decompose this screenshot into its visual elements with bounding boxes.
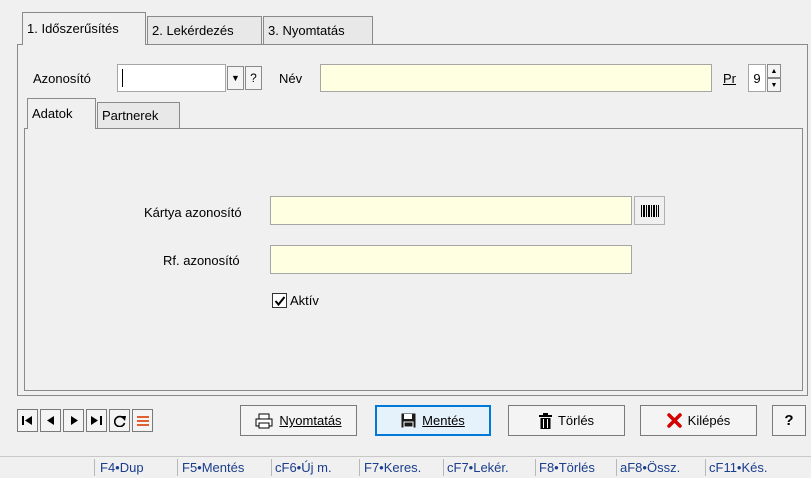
tab-label: 3. Nyomtatás	[268, 23, 345, 38]
separator	[705, 459, 706, 476]
print-button[interactable]: Nyomtatás	[240, 405, 357, 436]
tab-label: 2. Lekérdezés	[152, 23, 234, 38]
next-icon	[70, 416, 78, 425]
help-glyph: ?	[250, 71, 257, 85]
shortcut-f7[interactable]: F7•Keres.	[364, 460, 421, 475]
tab-label: Adatok	[32, 106, 73, 121]
tab-lekerdezes[interactable]: 2. Lekérdezés	[147, 16, 262, 44]
tab-adatok[interactable]: Adatok	[27, 98, 96, 129]
save-button[interactable]: Mentés	[375, 405, 491, 436]
separator	[94, 459, 95, 476]
first-icon	[22, 416, 32, 425]
nev-input[interactable]	[320, 64, 712, 92]
last-icon	[91, 416, 102, 425]
print-label: Nyomtatás	[279, 413, 342, 428]
help-button[interactable]: ?	[772, 405, 806, 436]
x-close-icon	[666, 413, 682, 428]
shortcut-f4[interactable]: F4•Dup	[100, 460, 144, 475]
last-record-button[interactable]	[86, 409, 107, 432]
shortcut-statusbar: F4•Dup F5•Mentés cF6•Új m. F7•Keres. cF7…	[0, 456, 811, 478]
list-button[interactable]	[132, 409, 153, 432]
separator	[535, 459, 536, 476]
refresh-icon	[113, 415, 126, 427]
printer-icon	[255, 413, 273, 428]
barcode-icon	[640, 204, 659, 217]
separator	[359, 459, 360, 476]
checkmark-icon	[274, 295, 285, 306]
pr-label: Pr	[723, 71, 736, 86]
tab-partnerek[interactable]: Partnerek	[97, 102, 180, 128]
separator	[177, 459, 178, 476]
tab-label: 1. Időszerűsítés	[27, 21, 119, 36]
exit-button[interactable]: Kilépés	[640, 405, 757, 436]
shortcut-f8[interactable]: F8•Törlés	[539, 460, 595, 475]
help-label: ?	[784, 412, 794, 429]
pr-input[interactable]: 9	[748, 64, 766, 92]
shortcut-f5[interactable]: F5•Mentés	[182, 460, 244, 475]
dropdown-button[interactable]: ▼	[227, 66, 244, 90]
kartya-label: Kártya azonosító	[144, 205, 242, 220]
first-record-button[interactable]	[17, 409, 38, 432]
pr-stepper-down[interactable]: ▼	[767, 78, 781, 92]
trash-icon	[538, 412, 552, 429]
floppy-disk-icon	[401, 413, 416, 428]
chevron-down-icon: ▼	[770, 81, 778, 89]
barcode-button[interactable]	[634, 196, 665, 225]
tab-idoszerusites[interactable]: 1. Időszerűsítés	[22, 12, 146, 45]
list-icon	[136, 415, 149, 426]
shortcut-cf7[interactable]: cF7•Lekér.	[447, 460, 509, 475]
chevron-up-icon: ▲	[770, 67, 778, 75]
delete-button[interactable]: Törlés	[508, 405, 625, 436]
rf-label: Rf. azonosító	[163, 253, 240, 268]
nev-label: Név	[279, 71, 303, 86]
aktiv-checkbox[interactable]	[272, 293, 287, 308]
azonosito-input[interactable]	[117, 64, 226, 92]
delete-label: Törlés	[557, 413, 595, 428]
aktiv-label: Aktív	[290, 293, 319, 308]
pr-stepper-up[interactable]: ▲	[767, 64, 781, 78]
chevron-down-icon: ▼	[231, 73, 240, 83]
text-cursor	[122, 69, 123, 87]
tab-nyomtatas[interactable]: 3. Nyomtatás	[263, 16, 373, 44]
save-label: Mentés	[422, 413, 465, 428]
separator	[443, 459, 444, 476]
tab-label: Partnerek	[102, 108, 159, 123]
exit-label: Kilépés	[687, 413, 731, 428]
rf-input[interactable]	[270, 245, 632, 274]
shortcut-cf6[interactable]: cF6•Új m.	[275, 460, 332, 475]
separator	[616, 459, 617, 476]
kartya-input[interactable]	[270, 196, 632, 225]
separator	[271, 459, 272, 476]
lookup-help-button[interactable]: ?	[245, 66, 262, 90]
next-record-button[interactable]	[63, 409, 84, 432]
shortcut-af8[interactable]: aF8•Össz.	[620, 460, 680, 475]
shortcut-cf11[interactable]: cF11•Kés.	[709, 460, 768, 475]
previous-record-button[interactable]	[40, 409, 61, 432]
previous-icon	[46, 416, 54, 425]
refresh-button[interactable]	[109, 409, 130, 432]
azonosito-label: Azonosító	[33, 71, 91, 86]
